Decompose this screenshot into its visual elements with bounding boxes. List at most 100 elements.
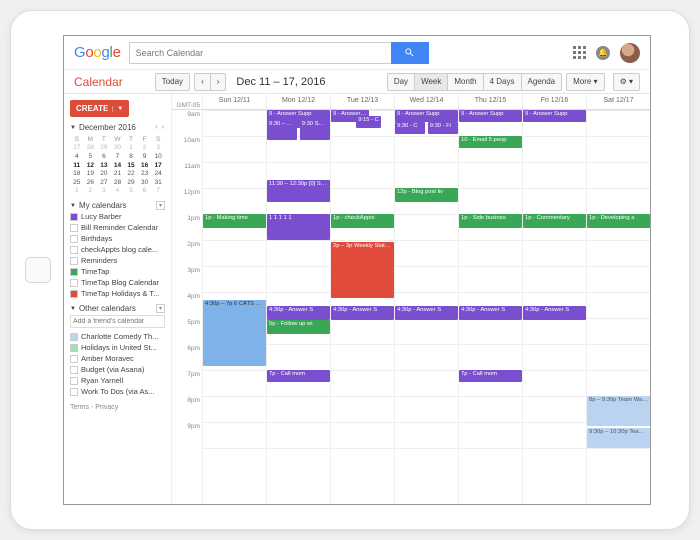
event[interactable]: 4:30p - Answer S bbox=[331, 306, 394, 320]
event[interactable]: 1p - Commentary bbox=[523, 214, 586, 228]
hour-label: 7pm bbox=[172, 370, 202, 396]
calendar-item[interactable]: Reminders bbox=[70, 256, 165, 265]
calendar-item[interactable]: Birthdays bbox=[70, 234, 165, 243]
view-month[interactable]: Month bbox=[448, 73, 483, 91]
color-swatch bbox=[70, 224, 78, 232]
event[interactable]: 9:30 - C bbox=[395, 122, 425, 134]
event[interactable]: 4:30p - Answer S bbox=[395, 306, 458, 320]
event[interactable]: 1p - Developing a bbox=[587, 214, 650, 228]
hour-label: 12pm bbox=[172, 188, 202, 214]
dropdown-icon[interactable]: ▾ bbox=[156, 304, 165, 313]
dropdown-icon[interactable]: ▾ bbox=[156, 201, 165, 210]
event[interactable]: 10 - Email 5 peop bbox=[459, 136, 522, 148]
event[interactable]: 9:30 SEM Rush bbox=[300, 120, 330, 140]
event[interactable]: 9 - Answer Supp bbox=[523, 110, 586, 122]
create-button[interactable]: CREATE ▼ bbox=[70, 100, 129, 117]
color-swatch bbox=[70, 377, 78, 385]
event[interactable]: 9:30p – 10:30p Team French Charlotte Com… bbox=[587, 428, 650, 448]
terms-link[interactable]: Terms bbox=[70, 404, 89, 411]
my-calendars-header[interactable]: My calendars bbox=[79, 201, 127, 210]
hour-label: 5pm bbox=[172, 318, 202, 344]
apps-icon[interactable] bbox=[573, 46, 586, 59]
google-logo[interactable]: Google bbox=[74, 44, 121, 61]
calendar-item[interactable]: Charlotte Comedy Th... bbox=[70, 332, 165, 341]
event[interactable]: 7p - Call mom bbox=[459, 370, 522, 382]
mini-calendar[interactable]: SMTWTFS272829301234567891011121314151617… bbox=[70, 135, 165, 195]
view-4 days[interactable]: 4 Days bbox=[484, 73, 522, 91]
event[interactable]: 4:30p – 7p 6 CATS practice bbox=[203, 300, 266, 366]
app-screen: Google 🔔 Calendar Today ‹ › Dec 11 – 17,… bbox=[63, 35, 651, 505]
day-header-row: GMT-05 Sun 12/11Mon 12/12Tue 12/13Wed 12… bbox=[172, 94, 650, 110]
event[interactable]: 12p - Blog post liv bbox=[395, 188, 458, 202]
create-label: CREATE bbox=[76, 104, 108, 113]
event[interactable]: 8p – 9:30p Team Waffle Charlotte Comedy … bbox=[587, 396, 650, 426]
day-column[interactable]: 9 - Answer Supp9:30 – 10 [0] Dear9:30 SE… bbox=[266, 110, 330, 504]
more-button[interactable]: More ▾ bbox=[566, 73, 604, 91]
avatar[interactable] bbox=[620, 43, 640, 63]
calendar-name: TimeTap bbox=[81, 267, 109, 276]
top-bar: Google 🔔 bbox=[64, 36, 650, 70]
search-button[interactable] bbox=[391, 42, 429, 64]
add-calendar-input[interactable] bbox=[70, 315, 165, 328]
calendar-item[interactable]: TimeTap bbox=[70, 267, 165, 276]
day-header: Tue 12/13 bbox=[330, 94, 394, 109]
color-swatch bbox=[70, 290, 78, 298]
hour-label: 8pm bbox=[172, 396, 202, 422]
calendar-item[interactable]: Lucy Barber bbox=[70, 212, 165, 221]
event[interactable]: 7p - Call mom bbox=[267, 370, 330, 382]
chevron-down-icon: ▼ bbox=[112, 106, 123, 112]
calendar-item[interactable]: Work To Dos (via As... bbox=[70, 387, 165, 396]
today-button[interactable]: Today bbox=[155, 73, 190, 91]
calendar-item[interactable]: TimeTap Blog Calendar bbox=[70, 278, 165, 287]
event[interactable]: 9 - Answer Supp bbox=[395, 110, 458, 122]
other-calendars-header[interactable]: Other calendars bbox=[79, 304, 136, 313]
view-agenda[interactable]: Agenda bbox=[522, 73, 563, 91]
next-button[interactable]: › bbox=[211, 73, 227, 91]
day-column[interactable]: 9 - Answer Supp 10 - Email 5 peop 1p - Sid… bbox=[458, 110, 522, 504]
mini-month-nav[interactable]: ‹ › bbox=[155, 124, 165, 131]
day-column[interactable]: 9 - Answer Supp 1p - Commentary 4:30p - An… bbox=[522, 110, 586, 504]
event[interactable]: 1p - checkAppoi bbox=[331, 214, 394, 228]
settings-button[interactable]: ⚙ ▾ bbox=[613, 73, 640, 91]
calendar-item[interactable]: checkAppts blog cale... bbox=[70, 245, 165, 254]
calendar-item[interactable]: TimeTap Holidays & T... bbox=[70, 289, 165, 298]
event[interactable]: 4:30p - Answer S bbox=[267, 306, 330, 320]
prev-button[interactable]: ‹ bbox=[194, 73, 211, 91]
hour-label: 9pm bbox=[172, 422, 202, 448]
event[interactable]: 2p – 3p Weekly Status Meeting bbox=[331, 242, 394, 298]
event[interactable]: 5p - Follow up wi bbox=[267, 320, 330, 334]
home-button[interactable] bbox=[25, 257, 51, 283]
privacy-link[interactable]: Privacy bbox=[95, 404, 118, 411]
notifications-icon[interactable]: 🔔 bbox=[596, 46, 610, 60]
view-day[interactable]: Day bbox=[387, 73, 415, 91]
day-columns: 1p - Making time 4:30p – 7p 6 CATS practi… bbox=[202, 110, 650, 504]
calendar-item[interactable]: Amber Moravec bbox=[70, 354, 165, 363]
color-swatch bbox=[70, 257, 78, 265]
event[interactable]: 1p - Side busines bbox=[459, 214, 522, 228]
day-column[interactable]: 9 - Answer Sup9:15 - C1p - checkAppoi2p … bbox=[330, 110, 394, 504]
day-column[interactable]: 1p - Developing a 8p – 9:30p Team Waffle … bbox=[586, 110, 650, 504]
calendar-name: Lucy Barber bbox=[81, 212, 121, 221]
calendar-item[interactable]: Bill Reminder Calendar bbox=[70, 223, 165, 232]
timezone-label: GMT-05 bbox=[172, 94, 202, 109]
event[interactable]: 1 1 1 1 1 bbox=[267, 214, 330, 240]
hour-label: 11am bbox=[172, 162, 202, 188]
calendar-item[interactable]: Ryan Yarnell bbox=[70, 376, 165, 385]
event[interactable]: 11:30 – 12:30p [0] Sean Conference Line bbox=[267, 180, 330, 202]
day-column[interactable]: 9 - Answer Supp9:30 - C9:30 - Fi 12p - Bl… bbox=[394, 110, 458, 504]
event[interactable]: 9:15 - C bbox=[356, 116, 381, 128]
event[interactable]: 9:30 - Fi bbox=[428, 122, 458, 134]
event[interactable]: 4:30p - Answer S bbox=[459, 306, 522, 320]
date-range: Dec 11 – 17, 2016 bbox=[236, 76, 325, 88]
calendar-item[interactable]: Holidays in United St... bbox=[70, 343, 165, 352]
calendar-name: Work To Dos (via As... bbox=[81, 387, 155, 396]
my-calendars-section: ▼My calendars▾ Lucy BarberBill Reminder … bbox=[70, 201, 165, 298]
event[interactable]: 9:30 – 10 [0] Dear bbox=[267, 120, 297, 140]
calendar-item[interactable]: Budget (via Asana) bbox=[70, 365, 165, 374]
view-week[interactable]: Week bbox=[415, 73, 448, 91]
event[interactable]: 1p - Making time bbox=[203, 214, 266, 228]
search-input[interactable] bbox=[129, 42, 391, 64]
event[interactable]: 9 - Answer Supp bbox=[459, 110, 522, 122]
day-column[interactable]: 1p - Making time 4:30p – 7p 6 CATS practi… bbox=[202, 110, 266, 504]
event[interactable]: 4:30p - Answer S bbox=[523, 306, 586, 320]
